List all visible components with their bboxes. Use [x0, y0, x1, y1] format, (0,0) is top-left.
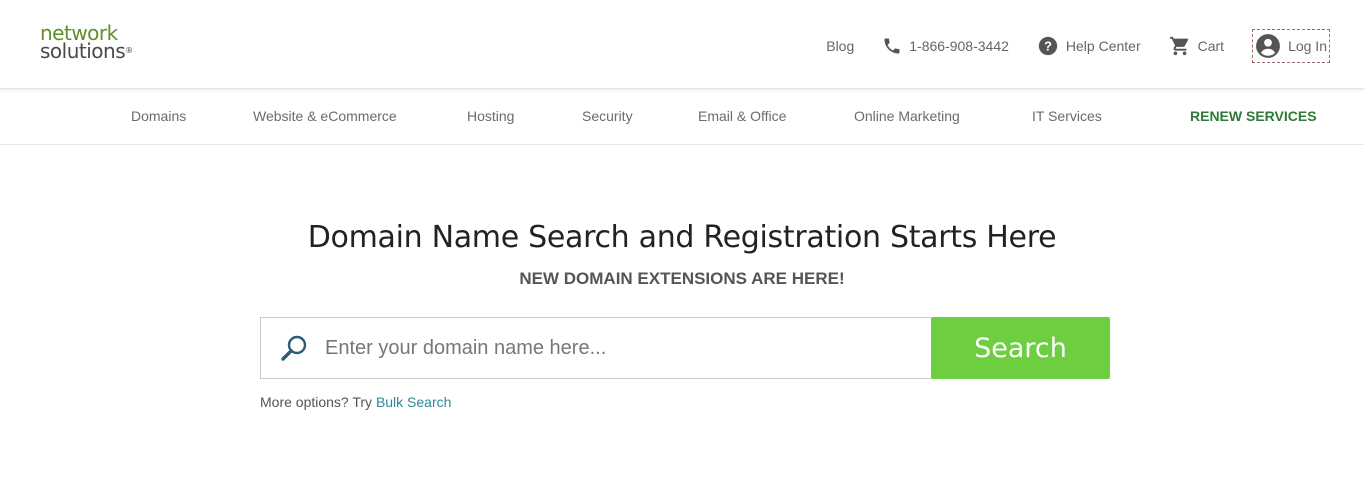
cart-icon: [1169, 36, 1188, 56]
page-subtitle: NEW DOMAIN EXTENSIONS ARE HERE!: [519, 269, 845, 288]
cart-label: Cart: [1197, 38, 1225, 54]
logo-line2: solutions®: [40, 39, 133, 63]
blog-link[interactable]: Blog: [826, 38, 854, 54]
login-button[interactable]: Log In: [1252, 29, 1330, 63]
svg-text:?: ?: [1044, 39, 1052, 54]
bulk-search-link[interactable]: Bulk Search: [376, 394, 451, 410]
nav-renew-services[interactable]: RENEW SERVICES: [1190, 108, 1317, 124]
phone-number: 1-866-908-3442: [909, 38, 1009, 54]
nav-security[interactable]: Security: [582, 108, 633, 124]
more-options-text: More options? Try: [260, 394, 376, 410]
top-header: network solutions® Blog 1-866-908-3442 ?…: [0, 0, 1364, 89]
network-solutions-logo[interactable]: network solutions®: [40, 23, 133, 63]
help-center-label: Help Center: [1065, 38, 1141, 54]
domain-search-input[interactable]: [323, 335, 887, 361]
nav-website-ecommerce[interactable]: Website & eCommerce: [253, 108, 397, 124]
phone-icon: [884, 38, 900, 54]
nav-email-office[interactable]: Email & Office: [698, 108, 786, 124]
search-button[interactable]: Search: [931, 317, 1110, 379]
search-icon: [281, 335, 307, 361]
page-title: Domain Name Search and Registration Star…: [307, 220, 1057, 255]
phone-link[interactable]: 1-866-908-3442: [882, 36, 1009, 56]
nav-domains[interactable]: Domains: [131, 108, 186, 124]
utility-nav: Blog 1-866-908-3442 ? Help Center Cart L…: [798, 29, 1330, 63]
more-options: More options? Try Bulk Search: [260, 394, 451, 410]
nav-hosting[interactable]: Hosting: [467, 108, 514, 124]
main-nav: Domains Website & eCommerce Hosting Secu…: [0, 89, 1364, 145]
nav-online-marketing[interactable]: Online Marketing: [854, 108, 960, 124]
user-icon: [1256, 34, 1280, 58]
help-center-link[interactable]: ? Help Center: [1037, 35, 1141, 57]
cart-link[interactable]: Cart: [1169, 35, 1224, 57]
help-icon: ?: [1038, 36, 1058, 56]
domain-search-box: [260, 317, 931, 379]
login-label: Log In: [1288, 38, 1327, 54]
nav-it-services[interactable]: IT Services: [1032, 108, 1102, 124]
